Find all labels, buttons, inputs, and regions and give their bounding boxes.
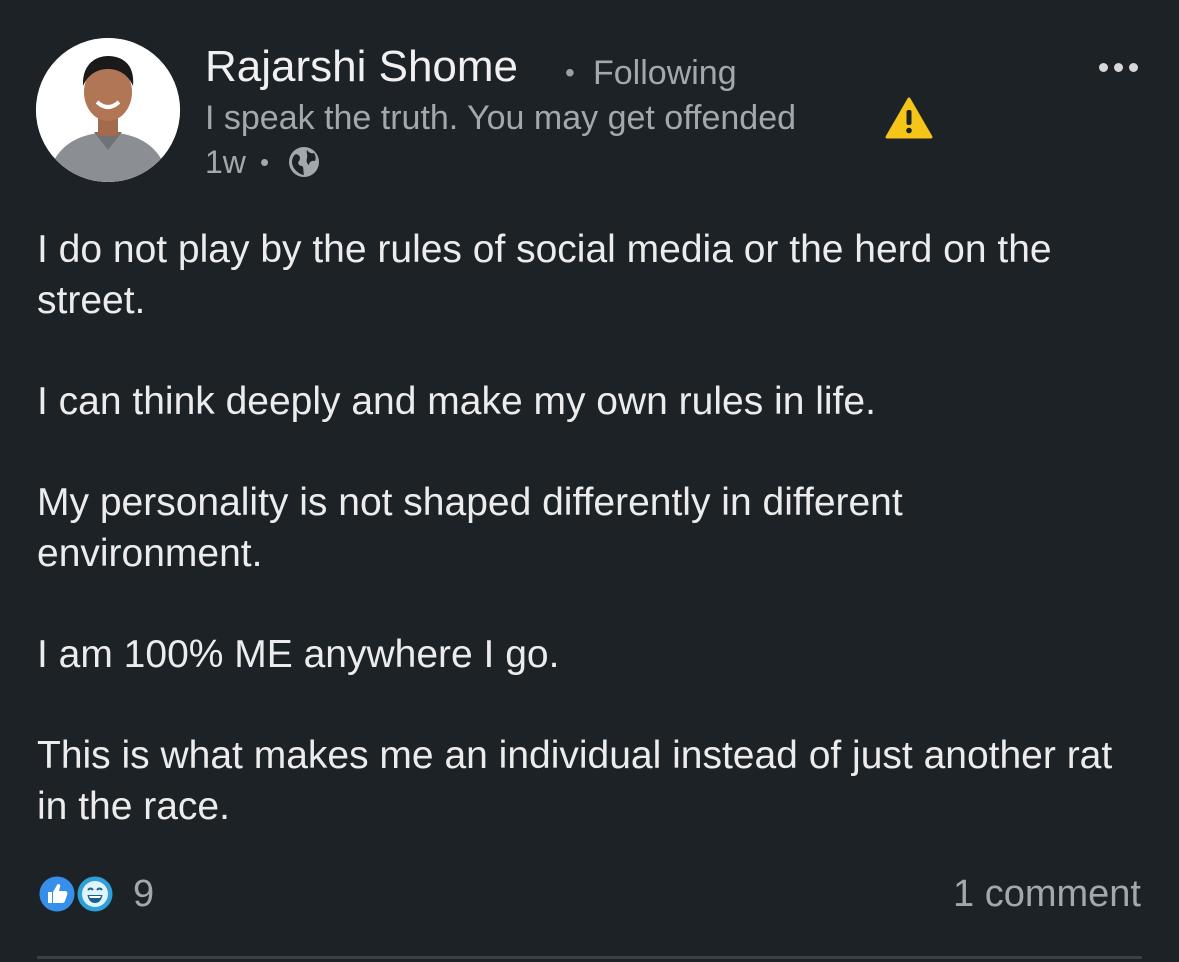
post-body: I do not play by the rules of social med… [37,224,1137,882]
post-card: Rajarshi Shome • Following I speak the t… [0,0,1179,962]
funny-icon [75,874,115,914]
like-icon [37,874,77,914]
reactions-summary[interactable]: 9 [37,870,167,916]
post-timestamp: 1w [205,144,246,180]
post-paragraph: I can think deeply and make my own rules… [37,380,876,423]
author-name[interactable]: Rajarshi Shome [205,40,518,94]
comments-count-link[interactable]: 1 comment [953,870,1141,918]
warning-icon [884,96,934,140]
follow-status: Following [593,54,737,92]
name-separator: • [565,57,575,88]
divider [37,956,1142,959]
author-avatar[interactable] [36,38,180,182]
post-paragraph: This is what makes me an individual inst… [37,734,1113,828]
post-paragraph: I do not play by the rules of social med… [37,228,1052,322]
globe-icon [287,145,321,179]
reaction-count: 9 [133,873,155,915]
post-paragraph: I am 100% ME anywhere I go. [37,633,560,676]
author-headline: I speak the truth. You may get offended [205,99,797,137]
post-paragraph: My personality is not shaped differently… [37,481,903,575]
more-options-icon[interactable] [1096,52,1142,82]
timestamp-separator: • [260,147,270,177]
